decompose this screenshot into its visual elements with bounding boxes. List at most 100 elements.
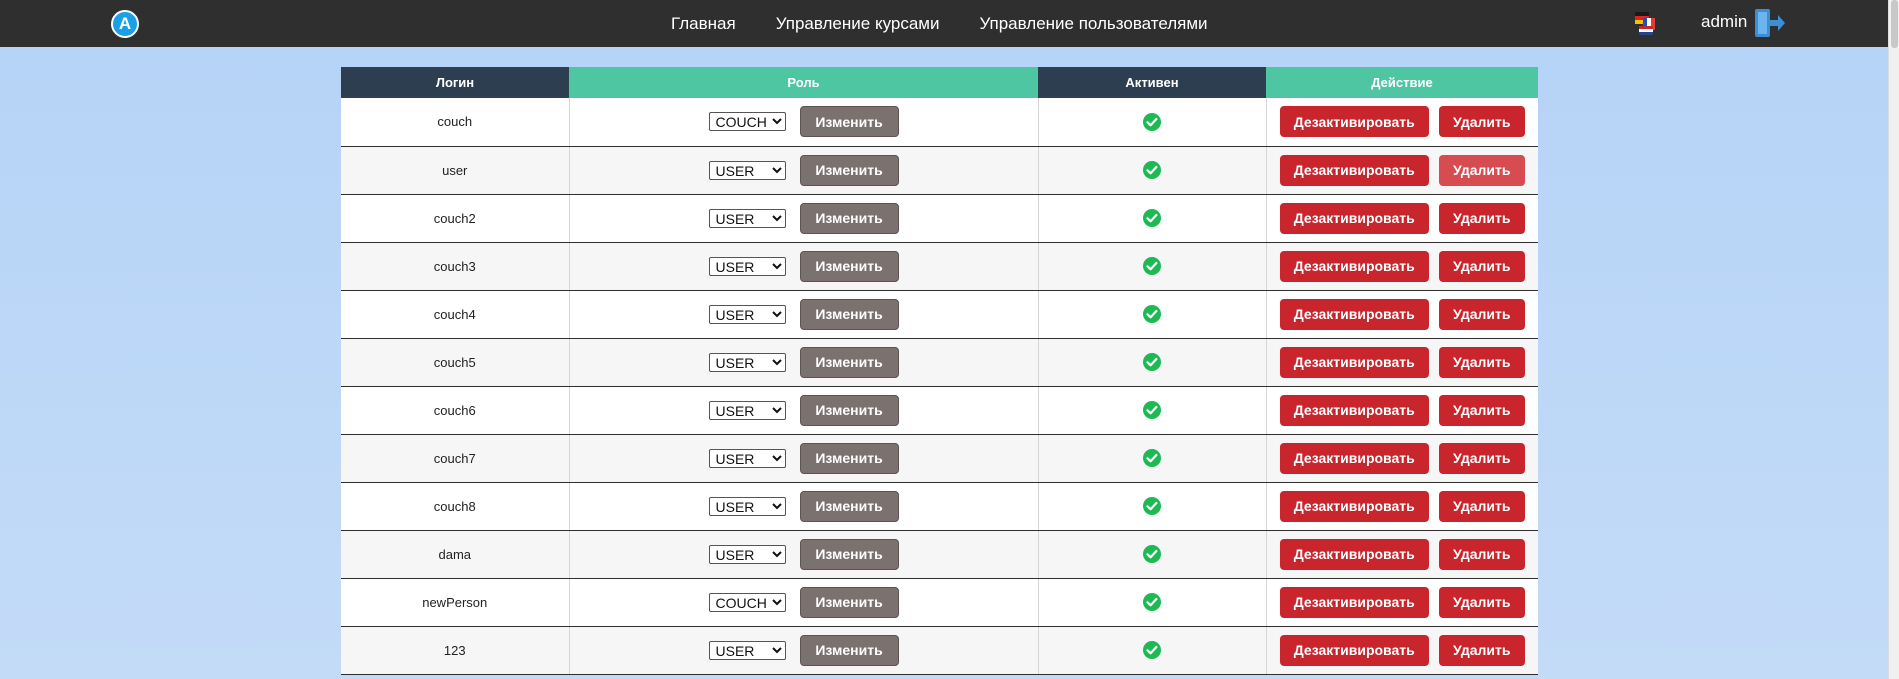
role-select[interactable]: COUCHUSER	[708, 256, 786, 276]
delete-button[interactable]: Удалить	[1438, 250, 1525, 282]
nav-link-user-management[interactable]: Управление пользователями	[979, 14, 1207, 34]
role-cell: COUCHUSER Изменить	[568, 242, 1038, 291]
delete-button[interactable]: Удалить	[1438, 538, 1525, 570]
edit-role-button[interactable]: Изменить	[799, 298, 899, 330]
deactivate-button[interactable]: Дезактивировать	[1279, 202, 1429, 234]
deactivate-button[interactable]: Дезактивировать	[1279, 586, 1429, 618]
delete-button[interactable]: Удалить	[1438, 490, 1525, 522]
nav-link-home[interactable]: Главная	[671, 14, 736, 34]
deactivate-button[interactable]: Дезактивировать	[1279, 442, 1429, 474]
deactivate-button[interactable]: Дезактивировать	[1279, 394, 1429, 426]
deactivate-button[interactable]: Дезактивировать	[1279, 154, 1429, 186]
table-row: couch4 COUCHUSER Изменить Дезактивироват…	[341, 290, 1539, 339]
active-cell	[1037, 482, 1266, 531]
row-actions: Дезактивировать Удалить	[1267, 538, 1539, 570]
check-circle-icon	[1143, 257, 1161, 275]
column-header-action: Действие	[1266, 67, 1538, 98]
edit-role-button[interactable]: Изменить	[799, 346, 899, 378]
delete-button[interactable]: Удалить	[1438, 106, 1525, 138]
delete-button[interactable]: Удалить	[1438, 202, 1525, 234]
active-cell	[1037, 578, 1266, 627]
delete-button[interactable]: Удалить	[1438, 442, 1525, 474]
deactivate-button[interactable]: Дезактивировать	[1279, 106, 1429, 138]
check-circle-icon	[1143, 641, 1161, 659]
active-cell	[1037, 290, 1266, 339]
table-row: couch6 COUCHUSER Изменить Дезактивироват…	[341, 386, 1538, 435]
role-select[interactable]: COUCHUSER	[708, 448, 786, 468]
role-controls: COUCHUSER Изменить	[570, 250, 1038, 282]
role-cell: COUCHUSER Изменить	[568, 290, 1038, 339]
nav-link-course-management[interactable]: Управление курсами	[776, 14, 940, 34]
check-circle-icon	[1143, 112, 1161, 131]
deactivate-button[interactable]: Дезактивировать	[1279, 250, 1429, 282]
delete-button[interactable]: Удалить	[1438, 154, 1525, 186]
current-username: admin	[1701, 12, 1748, 31]
action-cell: Дезактивировать Удалить	[1265, 434, 1539, 483]
check-circle-icon	[1143, 353, 1161, 371]
row-actions: Дезактивировать Удалить	[1267, 442, 1539, 474]
action-cell: Дезактивировать Удалить	[1265, 242, 1539, 291]
row-actions: Дезактивировать Удалить	[1267, 490, 1539, 522]
table-row: user COUCHUSER Изменить Дезактивировать …	[341, 146, 1538, 195]
active-cell	[1037, 242, 1266, 291]
role-controls: COUCHUSER Изменить	[570, 298, 1038, 330]
role-select[interactable]: COUCHUSER	[708, 160, 786, 180]
edit-role-button[interactable]: Изменить	[799, 154, 899, 186]
action-cell: Дезактивировать Удалить	[1265, 194, 1539, 243]
edit-role-button[interactable]: Изменить	[799, 586, 899, 618]
edit-role-button[interactable]: Изменить	[799, 634, 899, 666]
deactivate-button[interactable]: Дезактивировать	[1279, 634, 1429, 666]
role-cell: COUCHUSER Изменить	[568, 578, 1038, 627]
deactivate-button[interactable]: Дезактивировать	[1279, 538, 1429, 570]
delete-button[interactable]: Удалить	[1438, 586, 1525, 618]
role-select[interactable]: COUCHUSER	[708, 112, 786, 132]
role-select[interactable]: COUCHUSER	[708, 544, 786, 564]
edit-role-button[interactable]: Изменить	[799, 442, 899, 474]
role-cell: COUCHUSER Изменить	[568, 98, 1038, 147]
role-select[interactable]: COUCHUSER	[708, 352, 786, 372]
role-controls: COUCHUSER Изменить	[570, 490, 1038, 522]
active-cell	[1037, 98, 1266, 147]
language-flag-icon[interactable]	[1633, 10, 1659, 36]
role-select[interactable]: COUCHUSER	[708, 208, 786, 228]
active-cell	[1037, 434, 1266, 483]
role-select[interactable]: COUCHUSER	[708, 496, 786, 516]
check-circle-icon	[1143, 449, 1161, 467]
login-cell: newPerson	[341, 578, 569, 627]
edit-role-button[interactable]: Изменить	[799, 106, 899, 138]
edit-role-button[interactable]: Изменить	[799, 250, 899, 282]
deactivate-button[interactable]: Дезактивировать	[1279, 346, 1429, 378]
login-cell: dama	[341, 530, 569, 579]
logout-icon[interactable]	[1754, 8, 1786, 38]
edit-role-button[interactable]: Изменить	[799, 490, 899, 522]
edit-role-button[interactable]: Изменить	[799, 394, 899, 426]
role-select[interactable]: COUCHUSER	[708, 592, 786, 612]
row-actions: Дезактивировать Удалить	[1267, 202, 1539, 234]
login-cell: couch2	[341, 194, 569, 243]
deactivate-button[interactable]: Дезактивировать	[1279, 490, 1429, 522]
row-actions: Дезактивировать Удалить	[1267, 298, 1539, 330]
scrollbar-thumb[interactable]	[1891, 0, 1898, 48]
login-cell: couch8	[341, 482, 569, 531]
delete-button[interactable]: Удалить	[1438, 394, 1525, 426]
role-select[interactable]: COUCHUSER	[708, 304, 786, 324]
app-logo-icon[interactable]: A	[111, 10, 139, 38]
row-actions: Дезактивировать Удалить	[1267, 250, 1539, 282]
column-header-login: Логин	[341, 67, 569, 98]
role-cell: COUCHUSER Изменить	[568, 386, 1038, 435]
edit-role-button[interactable]: Изменить	[799, 538, 899, 570]
delete-button[interactable]: Удалить	[1438, 298, 1525, 330]
deactivate-button[interactable]: Дезактивировать	[1279, 298, 1429, 330]
login-cell: user	[341, 146, 569, 195]
role-select[interactable]: COUCHUSER	[708, 400, 786, 420]
edit-role-button[interactable]: Изменить	[799, 202, 899, 234]
page-scrollbar[interactable]	[1888, 0, 1899, 679]
users-table-body: couch COUCHUSER Изменить Дезактивировать…	[341, 98, 1539, 675]
delete-button[interactable]: Удалить	[1438, 346, 1525, 378]
role-select[interactable]: COUCHUSER	[708, 640, 786, 660]
action-cell: Дезактивировать Удалить	[1265, 482, 1539, 531]
action-cell: Дезактивировать Удалить	[1265, 98, 1538, 147]
delete-button[interactable]: Удалить	[1438, 634, 1525, 666]
login-cell: couch4	[341, 290, 569, 339]
role-cell: COUCHUSER Изменить	[568, 482, 1038, 531]
